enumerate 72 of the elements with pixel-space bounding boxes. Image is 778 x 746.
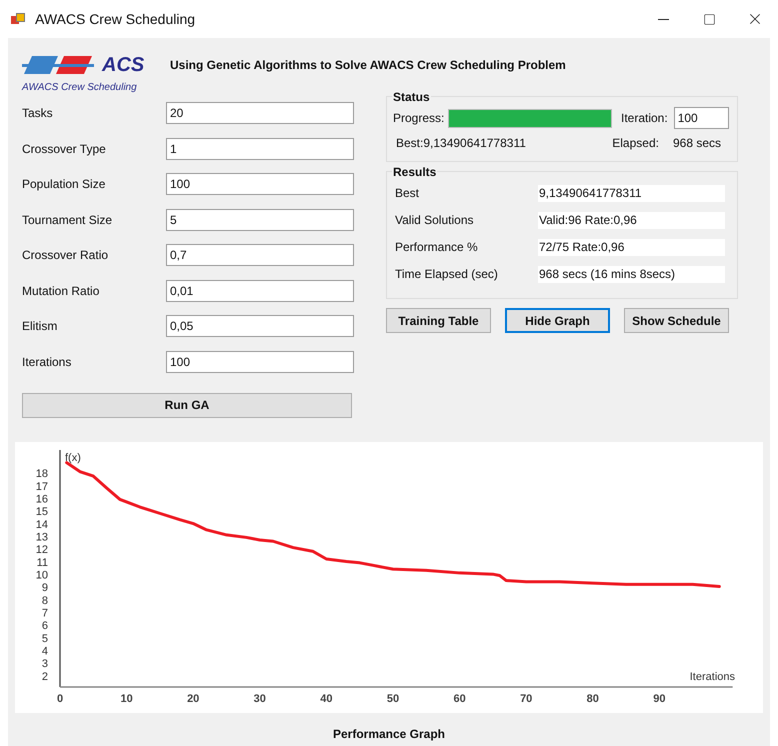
logo-stripes-icon [22,54,94,76]
parameter-label: Mutation Ratio [22,282,100,300]
x-tick-label: 20 [187,692,200,704]
y-tick-label: 17 [36,480,48,492]
parameter-field[interactable]: 100 [166,350,354,372]
x-tick-label: 50 [386,692,400,704]
graph-caption: Performance Graph [332,726,446,742]
parameter-field[interactable]: 5 [166,208,354,230]
parameter-label: Crossover Type [22,140,107,158]
x-tick-label: 90 [653,692,666,704]
y-tick-label: 13 [36,530,48,543]
x-tick-label: 70 [520,692,532,704]
window-title: AWACS Crew Scheduling [35,10,196,29]
y-tick-label: 2 [42,670,48,682]
parameter-field[interactable]: 0,05 [166,315,354,337]
x-tick-label: 80 [586,692,599,704]
y-tick-label: 5 [42,632,48,644]
parameter-label: Tournament Size [22,212,114,228]
action-button[interactable]: Show Schedule [624,308,729,333]
y-tick-label: 16 [36,492,48,505]
elapsed-value: 968 secs [672,135,721,152]
minimize-icon [658,18,668,20]
x-tick-label: 30 [254,692,266,704]
y-tick-label: 14 [36,518,48,530]
iteration-label: Iteration: [621,110,668,127]
heading: Using Genetic Algorithms to Solve AWACS Crew Scheduling Problem [170,57,567,74]
action-button[interactable]: Training Table [386,308,491,333]
elapsed-label: Elapsed: [612,135,659,152]
parameter-field[interactable]: 100 [166,173,354,195]
parameter-label: Elitism [22,318,58,335]
parameter-field[interactable]: 0,7 [166,244,354,266]
parameter-label: Iterations [22,354,72,370]
y-tick-label: 6 [42,620,48,632]
parameter-label: Crossover Ratio [22,247,110,264]
x-tick-label: 0 [56,692,64,704]
parameter-label: Population Size [22,176,106,193]
parameter-field[interactable]: 0,01 [166,280,354,302]
y-tick-label: 7 [42,607,48,619]
parameter-field[interactable]: 20 [166,102,354,124]
best-value: Best:9,13490641778311 [396,135,526,152]
app-icon [11,13,25,25]
parameter-label: Tasks [22,105,54,122]
maximize-icon [702,12,716,26]
y-tick-label: 3 [42,658,48,670]
y-tick-label: 4 [42,645,48,658]
x-tick-label: 40 [320,692,333,704]
iteration-field[interactable]: 100 [674,107,729,129]
y-tick-label: 9 [42,582,48,594]
x-tick-label: 10 [120,692,133,704]
logo-subtitle: AWACS Crew Scheduling [22,80,138,94]
run-button[interactable]: Run GA [22,392,352,418]
result-label: Performance % [395,239,479,256]
y-axis-label: f(x) [65,452,81,464]
y-tick-label: 15 [36,506,48,518]
y-tick-label: 12 [36,544,48,556]
x-axis-label: Iterations [690,670,735,682]
y-tick-label: 10 [36,568,48,581]
result-value: 968 secs (16 mins 8secs) [538,266,725,282]
logo-mark: ACS [102,52,144,78]
y-tick-label: 11 [36,556,48,568]
y-tick-label: 18 [36,468,48,480]
parameter-field[interactable]: 1 [166,138,354,160]
y-tick-label: 8 [42,594,48,606]
progress-label: Progress: [393,110,446,127]
result-label: Valid Solutions [395,212,474,229]
result-label: Best [395,185,420,202]
result-value: 72/75 Rate:0,96 [538,238,725,256]
action-button[interactable]: Hide Graph [505,308,610,333]
x-tick-label: 60 [453,692,466,704]
result-value: Valid:96 Rate:0,96 [538,212,725,228]
result-label: Time Elapsed (sec) [395,266,499,283]
result-value: 9,13490641778311 [538,184,725,202]
